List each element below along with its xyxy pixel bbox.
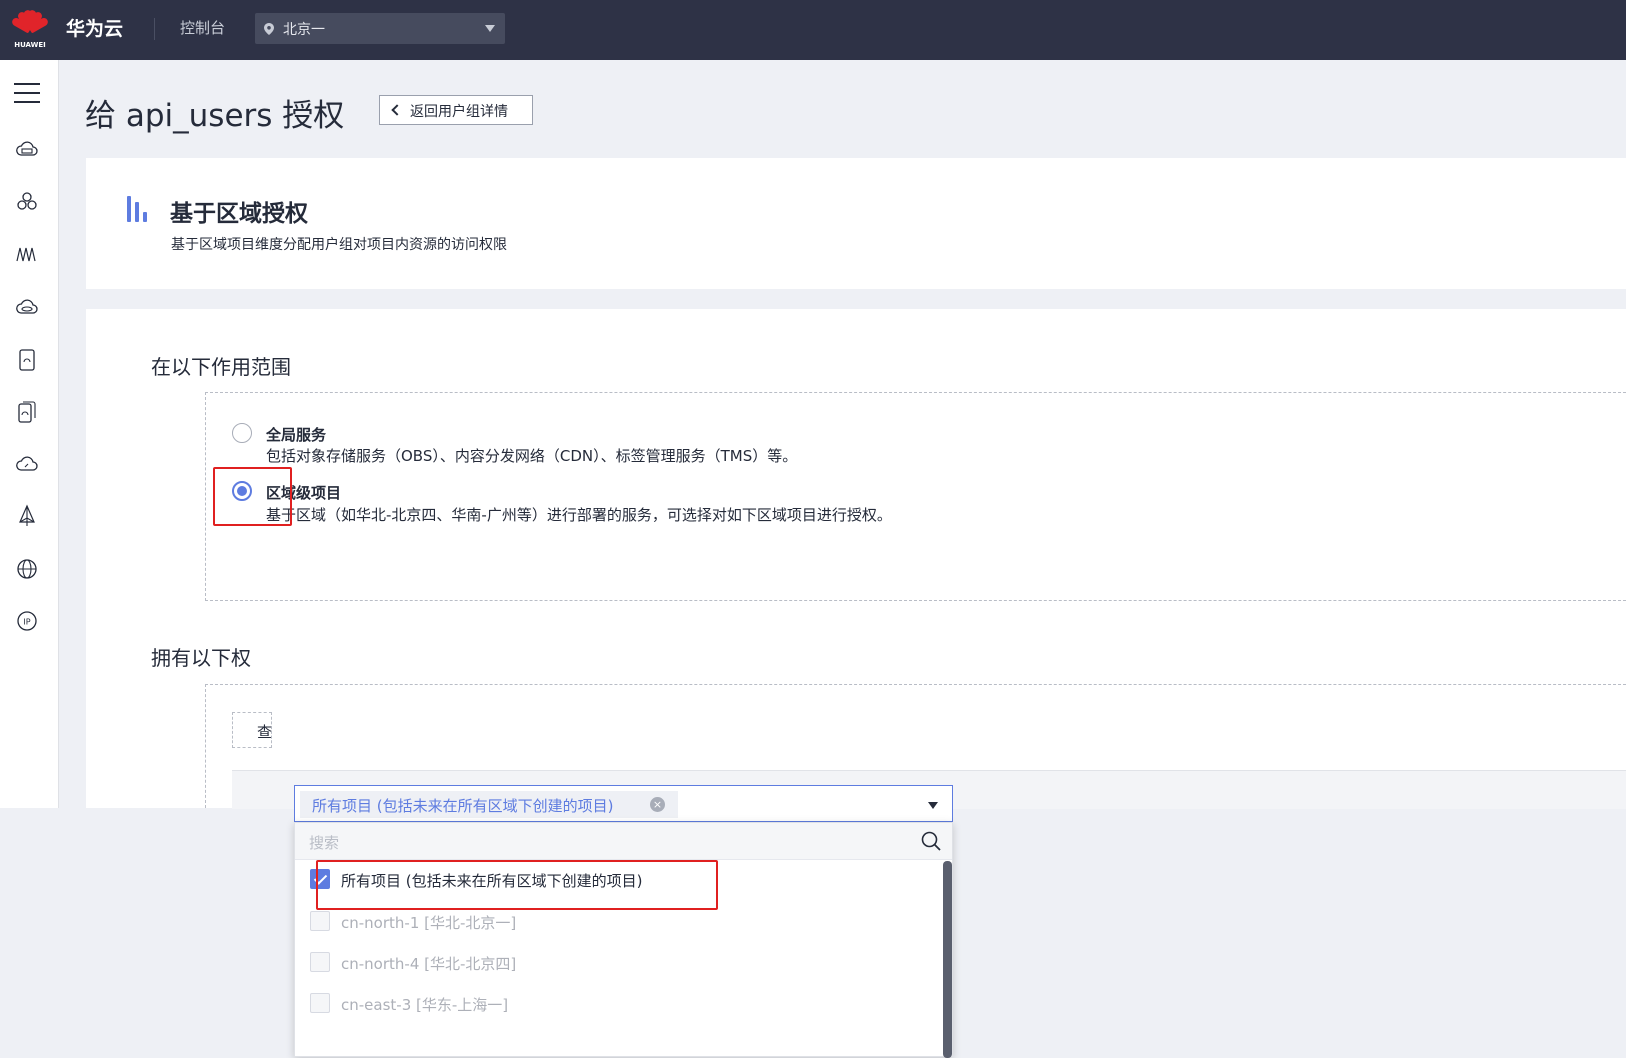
storage-icon[interactable] — [15, 348, 39, 372]
highlight-box — [213, 467, 292, 526]
console-link[interactable]: 控制台 — [180, 17, 225, 38]
project-search[interactable]: 搜索 — [295, 823, 952, 860]
ip-icon[interactable]: IP — [15, 609, 39, 633]
monitoring-icon[interactable] — [15, 242, 39, 266]
highlight-box — [316, 860, 718, 910]
svg-text:IP: IP — [23, 618, 30, 627]
region-label: 北京一 — [283, 22, 325, 38]
chevron-down-icon — [485, 25, 495, 32]
permissions-label: 拥有以下权 — [151, 646, 251, 670]
project-option-cn-north-4: cn-north-4 [华北-北京四] — [310, 947, 930, 977]
checkbox — [310, 911, 330, 931]
divider — [154, 18, 155, 40]
dropdown-scrollbar[interactable] — [943, 861, 952, 1058]
section-header-card: 基于区域授权 基于区域项目维度分配用户组对项目内资源的访问权限 — [86, 158, 1626, 289]
project-multiselect[interactable]: 所有项目 (包括未来在所有区域下创建的项目) × — [294, 785, 953, 822]
checkbox — [310, 952, 330, 972]
brand-name[interactable]: 华为云 — [66, 14, 123, 41]
location-pin-icon — [264, 23, 274, 35]
view-permissions-label: 查 — [257, 723, 273, 741]
selected-project-tag-label: 所有项目 (包括未来在所有区域下创建的项目) — [312, 797, 614, 815]
search-placeholder: 搜索 — [309, 834, 340, 852]
project-option-cn-north-1: cn-north-1 [华北-北京一] — [310, 906, 930, 936]
cloud-server-icon[interactable] — [15, 138, 39, 162]
project-dropdown: 搜索 所有项目 (包括未来在所有区域下创建的项目) cn-north-1 [华北… — [294, 822, 953, 1058]
scope-label: 在以下作用范围 — [151, 355, 291, 379]
page-title: 给 api_users 授权 — [85, 98, 345, 134]
global-service-radio[interactable] — [232, 423, 252, 443]
scope-options-box — [205, 392, 1626, 601]
cluster-icon[interactable] — [15, 190, 39, 214]
authorization-form-card: 在以下作用范围 全局服务 包括对象存储服务（OBS）、内容分发网络（CDN）、标… — [86, 309, 1626, 1058]
section-description: 基于区域项目维度分配用户组对项目内资源的访问权限 — [171, 237, 507, 253]
project-option-label: cn-north-1 [华北-北京一] — [341, 914, 517, 932]
network-icon[interactable] — [15, 504, 39, 528]
huawei-logo[interactable]: HUAWEI — [10, 6, 50, 50]
logo-wordmark: HUAWEI — [14, 41, 46, 49]
view-permissions-button[interactable]: 查 — [232, 712, 272, 748]
storage-backup-icon[interactable] — [15, 400, 39, 424]
menu-icon[interactable] — [14, 82, 40, 104]
remove-tag-icon[interactable]: × — [650, 797, 665, 812]
disk-icon[interactable] — [15, 295, 39, 319]
checkbox — [310, 993, 330, 1013]
side-navigation: IP — [0, 60, 59, 808]
region-selector[interactable]: 北京一 — [255, 13, 505, 44]
global-service-description: 包括对象存储服务（OBS）、内容分发网络（CDN）、标签管理服务（TMS）等。 — [266, 447, 798, 465]
bar-chart-icon — [127, 196, 155, 222]
chevron-left-icon — [391, 104, 403, 116]
project-option-cn-east-3: cn-east-3 [华东-上海一] — [310, 988, 930, 1018]
selected-project-tag: 所有项目 (包括未来在所有区域下创建的项目) × — [300, 791, 678, 818]
search-icon[interactable] — [920, 830, 942, 852]
main-content: 给 api_users 授权 返回用户组详情 基于区域授权 基于区域项目维度分配… — [58, 60, 1626, 1058]
project-option-label: cn-north-4 [华北-北京四] — [341, 955, 517, 973]
web-icon[interactable] — [15, 557, 39, 581]
back-to-group-details-button[interactable]: 返回用户组详情 — [379, 95, 533, 125]
cloud-icon[interactable] — [15, 452, 39, 476]
back-button-label: 返回用户组详情 — [410, 104, 508, 120]
section-title: 基于区域授权 — [170, 201, 308, 227]
global-service-title: 全局服务 — [266, 426, 327, 444]
regional-project-description: 基于区域（如华北-北京四、华南-广州等）进行部署的服务，可选择对如下区域项目进行… — [266, 506, 892, 524]
project-option-label: cn-east-3 [华东-上海一] — [341, 996, 509, 1014]
top-navigation-bar: HUAWEI 华为云 控制台 北京一 — [0, 0, 1626, 60]
